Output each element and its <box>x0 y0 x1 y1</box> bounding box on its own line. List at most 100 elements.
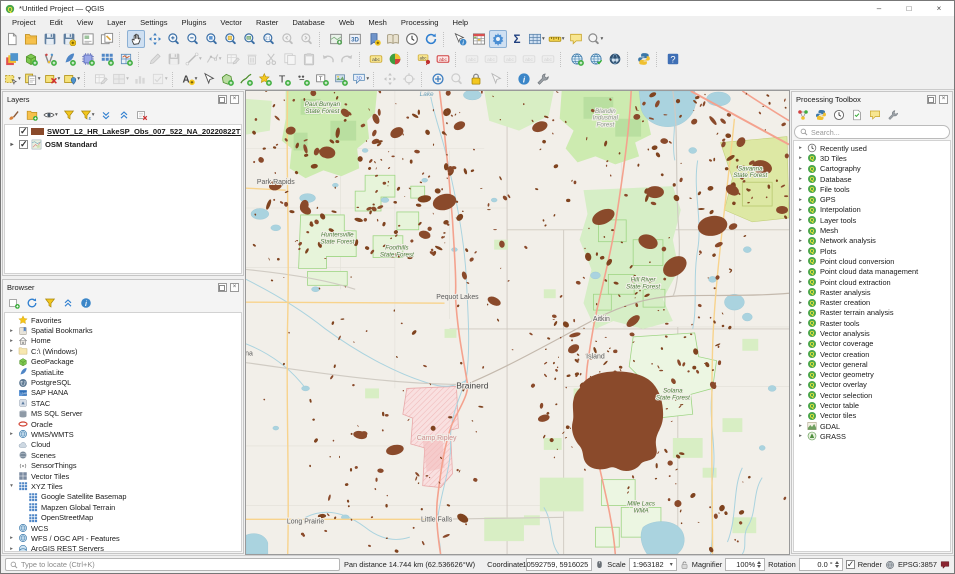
dropdown-arrow-icon[interactable]: ▾ <box>126 76 129 82</box>
new-virtual-layer-button[interactable] <box>117 50 135 68</box>
menu-processing[interactable]: Processing <box>394 18 446 27</box>
lock-scale-button[interactable] <box>467 70 485 88</box>
float-panel-icon[interactable] <box>218 282 227 292</box>
layer-labeling-options-button[interactable]: abc <box>367 50 385 68</box>
extents-toggle-icon[interactable] <box>595 559 604 570</box>
dropdown-arrow-icon[interactable]: ▾ <box>58 76 61 82</box>
browser-item-arcgis-rest-servers[interactable]: ▸ ArcGIS REST Servers <box>5 544 241 551</box>
python-console-button[interactable] <box>635 50 653 68</box>
expander-arrow-icon[interactable]: ▸ <box>797 228 804 234</box>
dropdown-arrow-icon[interactable]: ▾ <box>77 76 80 82</box>
layer-diagram-options-button[interactable] <box>386 50 404 68</box>
dropdown-arrow-icon[interactable]: ▾ <box>366 76 369 82</box>
create-3d-annotation-button[interactable]: 3D ▾ <box>351 70 370 88</box>
dropdown-arrow-icon[interactable]: ▾ <box>165 76 168 82</box>
metasearch-add-service-button[interactable] <box>568 50 586 68</box>
processing-group-point-cloud-extraction[interactable]: ▸ Q Point cloud extraction <box>794 277 950 287</box>
browser-item-stac[interactable]: STAC <box>5 398 241 408</box>
new-print-layout-button[interactable] <box>79 30 97 48</box>
new-gpx-layer-button[interactable] <box>98 50 116 68</box>
expand-all-button[interactable] <box>98 107 114 123</box>
expander-arrow-icon[interactable]: ▸ <box>797 186 804 192</box>
log-messages-icon[interactable] <box>940 560 950 570</box>
new-spatial-bookmark-button[interactable] <box>365 30 383 48</box>
menu-plugins[interactable]: Plugins <box>175 18 214 27</box>
dropdown-arrow-icon[interactable]: ▾ <box>601 36 604 42</box>
temporal-controller-button[interactable] <box>403 30 421 48</box>
new-geopackage-layer-button[interactable] <box>22 50 40 68</box>
expander-arrow-icon[interactable]: ▸ <box>797 166 804 172</box>
expander-arrow-icon[interactable]: ▸ <box>797 238 804 244</box>
browser-item-home[interactable]: ▸ Home <box>5 336 241 346</box>
processing-group-recently-used[interactable]: ▸ Recently used <box>794 143 950 153</box>
processing-group-raster-creation[interactable]: ▸ Q Raster creation <box>794 297 950 307</box>
browser-item-sensorthings[interactable]: SensorThings <box>5 460 241 470</box>
select-features-button[interactable]: ▾ <box>3 70 22 88</box>
processing-group-plots[interactable]: ▸ Q Plots <box>794 246 950 256</box>
browser-item-google-satellite-basemap[interactable]: Google Satellite Basemap <box>5 492 241 502</box>
identify-features-button[interactable]: i <box>451 30 469 48</box>
menu-edit[interactable]: Edit <box>43 18 70 27</box>
filter-browser-button[interactable] <box>42 295 58 311</box>
dropdown-arrow-icon[interactable]: ▾ <box>562 36 565 42</box>
menu-vector[interactable]: Vector <box>213 18 249 27</box>
maximize-button[interactable]: □ <box>894 1 924 16</box>
dropdown-arrow-icon[interactable]: ▾ <box>38 76 41 82</box>
pan-map-button[interactable] <box>127 30 145 48</box>
expander-arrow-icon[interactable]: ▸ <box>797 330 804 336</box>
dropdown-arrow-icon[interactable]: ▾ <box>199 56 202 62</box>
locator-input[interactable]: Type to locate (Ctrl+K) <box>5 558 340 571</box>
expander-arrow-icon[interactable]: ▸ <box>797 382 804 388</box>
browser-item-spatial-bookmarks[interactable]: ▸ Spatial Bookmarks <box>5 325 241 335</box>
processing-group-cartography[interactable]: ▸ Q Cartography <box>794 164 950 174</box>
menu-raster[interactable]: Raster <box>249 18 285 27</box>
expander-arrow-icon[interactable]: ▸ <box>797 372 804 378</box>
processing-group-mesh[interactable]: ▸ Q Mesh <box>794 225 950 235</box>
layer-info-button[interactable]: i <box>515 70 533 88</box>
metasearch-validate-button[interactable] <box>587 50 605 68</box>
help-contents-button[interactable]: ? <box>664 50 682 68</box>
expander-arrow-icon[interactable]: ▸ <box>797 310 804 316</box>
collapse-all-browser-button[interactable] <box>60 295 76 311</box>
expander-arrow-icon[interactable]: ▾ <box>8 483 15 489</box>
expander-arrow-icon[interactable]: ▸ <box>797 413 804 419</box>
browser-item-ms-sql-server[interactable]: MS SQL Server <box>5 409 241 419</box>
processing-group-file-tools[interactable]: ▸ Q File tools <box>794 184 950 194</box>
open-project-button[interactable] <box>22 30 40 48</box>
expander-arrow-icon[interactable]: ▸ <box>8 535 15 541</box>
processing-group-vector-geometry[interactable]: ▸ Q Vector geometry <box>794 370 950 380</box>
results-viewer-button[interactable] <box>849 107 865 123</box>
rotation-spinbox[interactable]: 0.0 ° <box>798 558 843 571</box>
close-button[interactable]: × <box>924 1 954 16</box>
processing-group-vector-overlay[interactable]: ▸ Q Vector overlay <box>794 380 950 390</box>
expander-arrow-icon[interactable]: ▸ <box>797 248 804 254</box>
browser-item-oracle[interactable]: Oracle <box>5 419 241 429</box>
select-features-by-value-button[interactable]: ▾ <box>23 70 42 88</box>
menu-database[interactable]: Database <box>285 18 332 27</box>
processing-group-vector-general[interactable]: ▸ Q Vector general <box>794 359 950 369</box>
show-layout-manager-button[interactable] <box>98 30 116 48</box>
menu-layer[interactable]: Layer <box>100 18 133 27</box>
models-button[interactable] <box>795 107 811 123</box>
browser-item-xyz-tiles[interactable]: ▾ XYZ Tiles <box>5 481 241 491</box>
expander-arrow-icon[interactable]: ▸ <box>797 197 804 203</box>
select-annotation-button[interactable] <box>199 70 217 88</box>
expander-arrow-icon[interactable]: ▸ <box>797 217 804 223</box>
expander-arrow-icon[interactable]: ▸ <box>797 433 804 439</box>
scale-dropdown-arrow-icon[interactable]: ▾ <box>670 561 673 568</box>
dropdown-arrow-icon[interactable]: ▾ <box>195 76 198 82</box>
refresh-map-button[interactable] <box>422 30 440 48</box>
show-spatial-bookmarks-button[interactable] <box>384 30 402 48</box>
browser-item-mapzen-global-terrain[interactable]: Mapzen Global Terrain <box>5 502 241 512</box>
close-panel-icon[interactable]: × <box>939 94 948 104</box>
deselect-features-button[interactable]: ▾ <box>43 70 62 88</box>
layer-item-osm-standard[interactable]: ▸ OSM Standard <box>5 138 241 151</box>
collapse-all-button[interactable] <box>116 107 132 123</box>
remove-layer-button[interactable] <box>134 107 150 123</box>
processing-search-input[interactable]: Search... <box>794 125 950 139</box>
browser-item-wfs-ogc-api-features[interactable]: ▸ WFS / OGC API - Features <box>5 533 241 543</box>
zoom-to-layer-button[interactable] <box>241 30 259 48</box>
processing-group-vector-creation[interactable]: ▸ Q Vector creation <box>794 349 950 359</box>
map-canvas[interactable]: Paul Bunyan State Forest Blandin Industrial… <box>245 90 790 555</box>
processing-group-vector-coverage[interactable]: ▸ Q Vector coverage <box>794 339 950 349</box>
